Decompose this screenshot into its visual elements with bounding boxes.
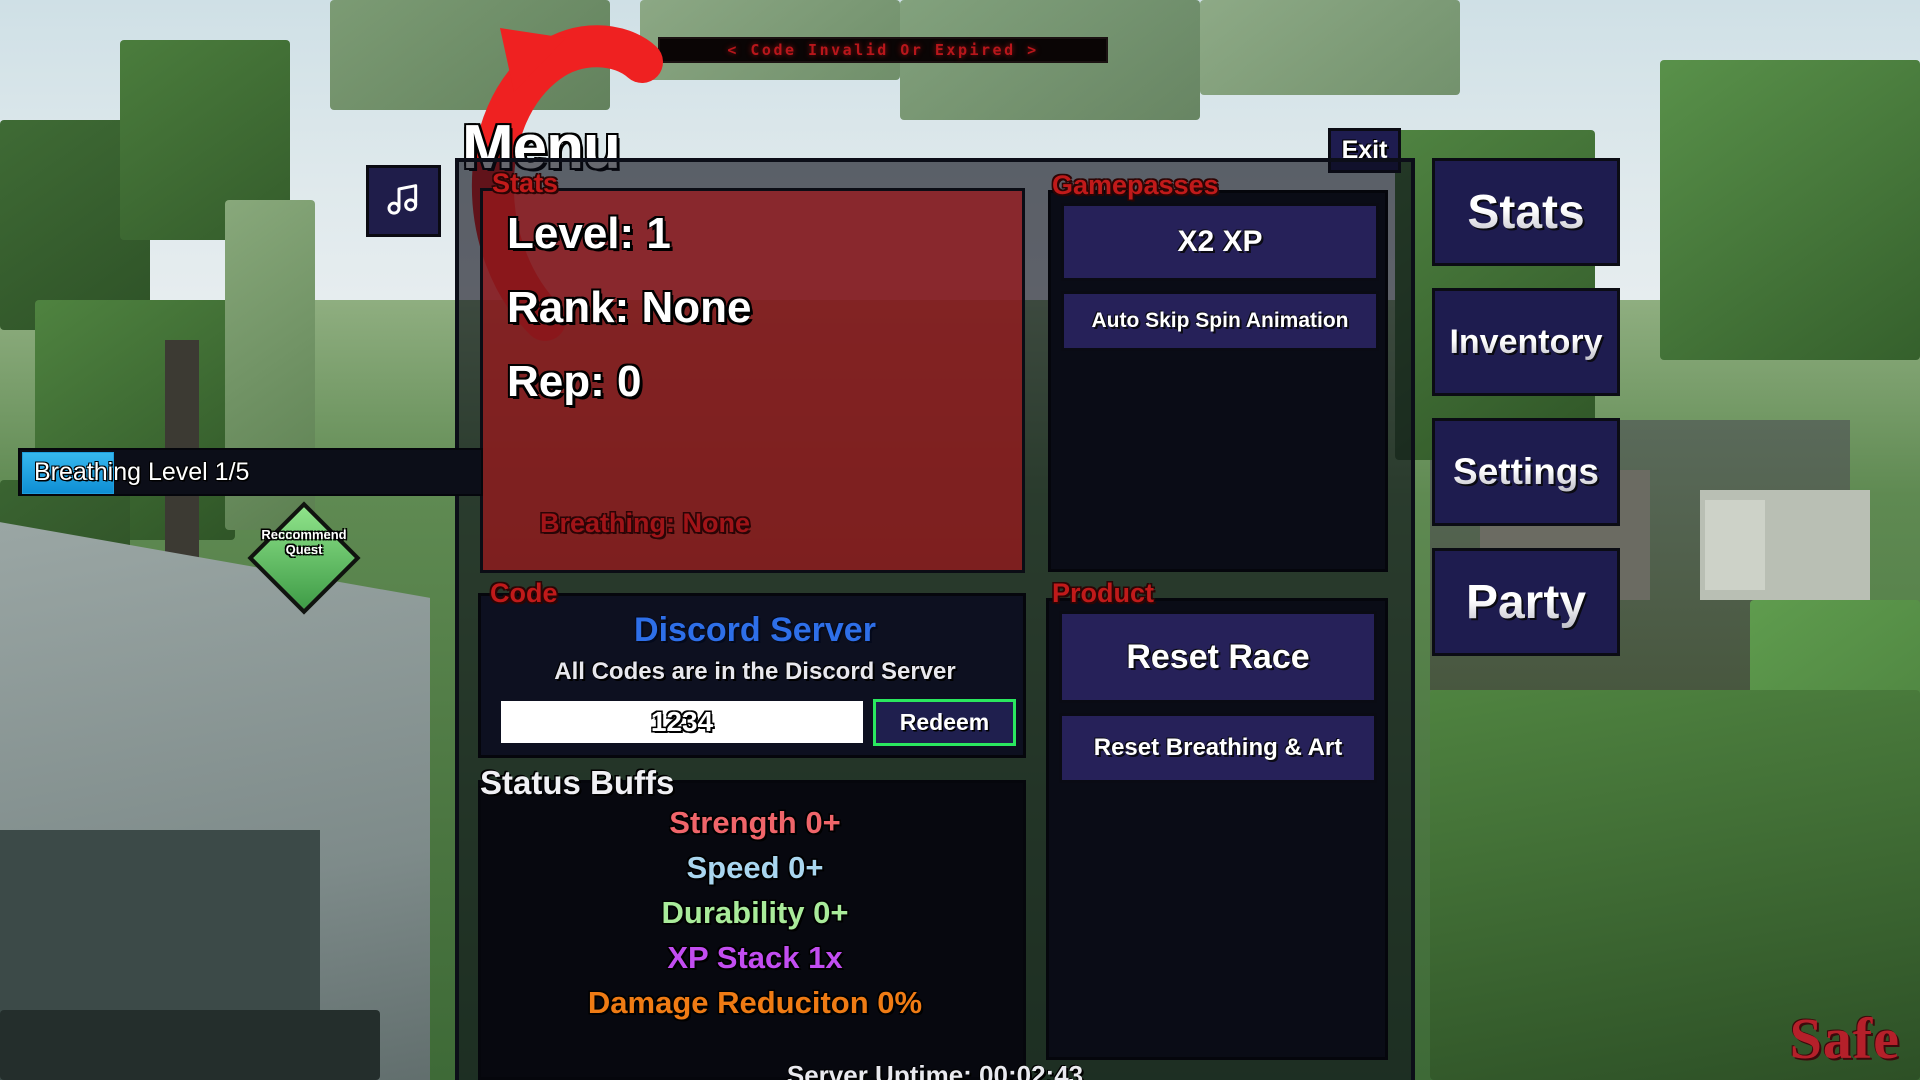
section-header-gamepasses: Gamepasses [1052,170,1219,200]
sidebar-item-label: Inventory [1449,322,1603,361]
sidebar-item-label: Party [1465,575,1587,629]
pavement [0,1010,380,1080]
music-toggle-button[interactable] [366,165,441,237]
buff-row: Strength 0+ [669,805,841,840]
sidebar-item-label: Stats [1467,185,1585,239]
section-header-status-buffs: Status Buffs [480,764,675,801]
status-buffs-panel: Strength 0+ Speed 0+ Durability 0+ XP St… [478,780,1026,1080]
gamepass-x2-xp-button[interactable]: X2 XP [1061,203,1379,281]
code-input[interactable] [501,701,863,743]
foliage-block [330,0,610,110]
section-header-code: Code [490,578,558,608]
music-note-icon [384,179,424,224]
section-header-product: Product [1052,578,1155,608]
breathing-progress-label: Breathing Level 1/5 [34,457,250,486]
section-header-stats: Stats [492,168,559,198]
stat-rank: Rank: None [507,283,752,332]
breathing-progress-bar: Breathing Level 1/5 [18,448,483,496]
product-reset-breathing-art-button[interactable]: Reset Breathing & Art [1059,713,1377,783]
product-panel: Reset Race Reset Breathing & Art [1046,598,1388,1060]
breathing-type-label: Breathing: None [539,508,750,538]
product-reset-race-button[interactable]: Reset Race [1059,611,1377,703]
gamepass-auto-skip-spin-button[interactable]: Auto Skip Spin Animation [1061,291,1379,351]
discord-server-link[interactable]: Discord Server [481,611,1029,650]
buff-row: Speed 0+ [686,850,824,885]
sidebar-item-stats[interactable]: Stats [1432,158,1620,266]
buff-row: Damage Reduciton 0% [587,985,923,1020]
gamepasses-panel: X2 XP Auto Skip Spin Animation [1048,190,1388,572]
buff-row: Durability 0+ [661,895,849,930]
notification-text: < Code Invalid Or Expired > [727,41,1039,59]
stat-level: Level: 1 [507,209,671,258]
buff-row: XP Stack 1x [667,940,843,975]
sidebar-item-party[interactable]: Party [1432,548,1620,656]
redeem-button[interactable]: Redeem [873,699,1016,746]
zone-label: Safe [1789,1006,1900,1071]
discord-note: All Codes are in the Discord Server [554,658,956,685]
server-uptime-label: Server Uptime: 00:02:43 [786,1060,1084,1080]
notification-banner: < Code Invalid Or Expired > [658,37,1108,63]
foliage-block [1660,60,1920,360]
building-window [1705,500,1765,590]
code-panel: Discord Server All Codes are in the Disc… [478,593,1026,758]
sidebar-item-inventory[interactable]: Inventory [1432,288,1620,396]
sidebar-item-settings[interactable]: Settings [1432,418,1620,526]
stat-rep: Rep: 0 [507,357,642,406]
sidebar-item-label: Settings [1453,451,1599,492]
foliage-block [1200,0,1460,95]
